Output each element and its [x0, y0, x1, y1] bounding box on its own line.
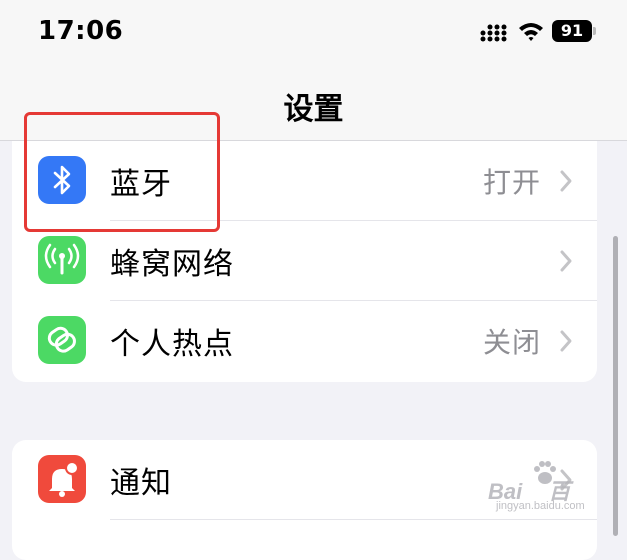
- scroll-indicator: [613, 236, 618, 536]
- chevron-right-icon: [560, 330, 572, 352]
- settings-row-hotspot[interactable]: 个人热点 关闭: [12, 301, 597, 381]
- chevron-right-icon: [560, 250, 572, 272]
- settings-row-cellular[interactable]: 蜂窝网络: [12, 221, 597, 301]
- settings-row-label: 蜂窝网络: [110, 247, 234, 282]
- settings-row-value: 关闭: [482, 326, 541, 359]
- chevron-right-icon: [560, 170, 572, 192]
- row-separator: [110, 519, 597, 520]
- hotspot-link-icon: [38, 316, 86, 364]
- status-time: 17:06: [38, 16, 124, 46]
- cellular-antenna-icon: [38, 236, 86, 284]
- wifi-icon: [519, 23, 543, 41]
- highlight-annotation-box: [24, 112, 220, 232]
- settings-row-label: 个人热点: [110, 327, 234, 362]
- paw-logo-icon: [534, 461, 556, 484]
- status-bar: 17:06 91: [0, 0, 627, 64]
- battery-tip: [593, 27, 596, 35]
- battery-indicator: 91: [552, 20, 592, 42]
- settings-row-label: 通知: [110, 466, 172, 501]
- cellular-signal-icon: [480, 24, 507, 42]
- notification-bell-icon: [38, 455, 86, 503]
- settings-row-value: 打开: [482, 166, 541, 199]
- baidu-watermark: Bai 百 jingyan.baidu.com: [488, 458, 600, 516]
- watermark-domain: jingyan.baidu.com: [496, 500, 585, 512]
